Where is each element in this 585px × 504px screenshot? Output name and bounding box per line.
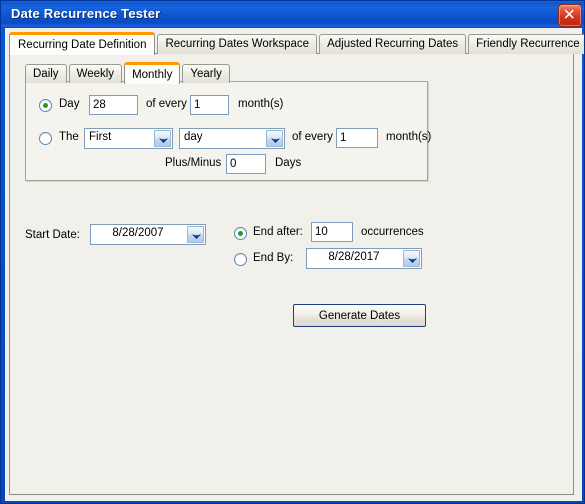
label-occurrences: occurrences (361, 226, 424, 238)
tab-label: Recurring Date Definition (18, 39, 147, 51)
select-ordinal-value: First (89, 131, 112, 143)
radio-end-by[interactable] (234, 253, 247, 266)
client-area: Recurring Date Definition Recurring Date… (5, 28, 584, 501)
label-day: Day (59, 98, 80, 110)
tab-label: Monthly (132, 69, 173, 81)
window-title: Date Recurrence Tester (11, 6, 161, 21)
tab-friendly-recurrence-info[interactable]: Friendly Recurrence Info (468, 34, 584, 54)
tab-recurring-date-definition[interactable]: Recurring Date Definition (9, 32, 156, 55)
select-start-date-value: 8/28/2007 (112, 227, 164, 239)
input-the-month-interval[interactable] (336, 128, 378, 148)
label-the-months: month(s) (386, 131, 432, 143)
radio-day-of-month[interactable] (39, 99, 52, 112)
label-day-months: month(s) (238, 98, 284, 110)
application-window: Date Recurrence Tester Recurring Date De… (0, 0, 585, 504)
input-day-month-interval[interactable] (190, 95, 229, 115)
select-unit[interactable]: day (179, 128, 285, 149)
label-day-of-every: of every (146, 98, 187, 110)
tab-weekly[interactable]: Weekly (68, 64, 123, 83)
label-the-of-every: of every (292, 131, 333, 143)
select-unit-value: day (184, 131, 203, 143)
tab-strip: Recurring Date Definition Recurring Date… (9, 32, 584, 55)
label-end-after: End after: (253, 226, 303, 238)
chevron-down-icon (403, 250, 420, 267)
close-icon (564, 9, 574, 19)
radio-the-ordinal[interactable] (39, 132, 52, 145)
label-end-by: End By: (253, 252, 294, 264)
title-bar: Date Recurrence Tester (1, 1, 584, 28)
select-end-by-date[interactable]: 8/28/2017 (306, 248, 422, 269)
input-end-after-occurrences[interactable] (311, 222, 353, 242)
tab-yearly[interactable]: Yearly (182, 64, 230, 83)
tab-label: Adjusted Recurring Dates (327, 38, 459, 50)
label-start-date: Start Date: (25, 229, 80, 241)
close-button[interactable] (558, 4, 582, 27)
select-ordinal[interactable]: First (84, 128, 173, 149)
tab-label: Yearly (190, 68, 222, 80)
select-end-by-date-value: 8/28/2017 (328, 251, 380, 263)
tab-label: Daily (33, 68, 59, 80)
chevron-down-icon (187, 226, 204, 243)
generate-dates-button[interactable]: Generate Dates (293, 304, 426, 327)
label-the: The (59, 131, 79, 143)
input-plus-minus-days[interactable] (226, 154, 266, 174)
tab-label: Recurring Dates Workspace (165, 38, 310, 50)
frequency-tab-strip: Daily Weekly Monthly Yearly (25, 61, 232, 84)
select-start-date[interactable]: 8/28/2007 (90, 224, 206, 245)
label-plus-minus: Plus/Minus (165, 157, 222, 169)
input-day-of-month[interactable] (89, 95, 138, 115)
label-days: Days (275, 157, 302, 169)
monthly-options-panel: Day of every month(s) The First day (25, 81, 432, 181)
radio-end-after[interactable] (234, 227, 247, 240)
tab-daily[interactable]: Daily (25, 64, 67, 83)
tab-monthly[interactable]: Monthly (124, 62, 181, 84)
tab-label: Friendly Recurrence Info (476, 38, 584, 50)
tab-adjusted-recurring-dates[interactable]: Adjusted Recurring Dates (319, 34, 467, 54)
tab-label: Weekly (76, 68, 115, 80)
tab-recurring-dates-workspace[interactable]: Recurring Dates Workspace (157, 34, 318, 54)
chevron-down-icon (266, 130, 283, 147)
tab-page-recurring-date-definition: Daily Weekly Monthly Yearly Day of every (9, 53, 574, 495)
chevron-down-icon (154, 130, 171, 147)
